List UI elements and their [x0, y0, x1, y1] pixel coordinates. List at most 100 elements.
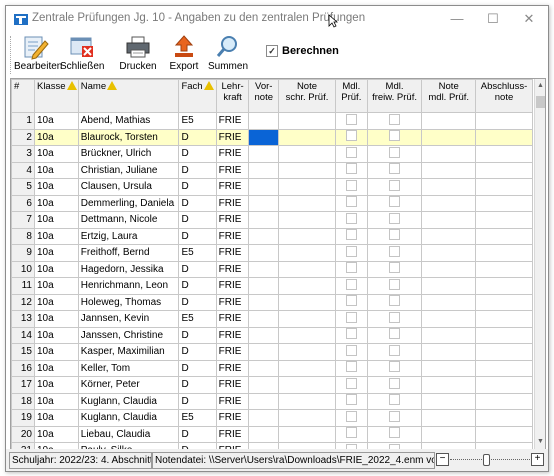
cell-class[interactable]: 10a [33, 326, 79, 344]
checkbox[interactable] [345, 410, 357, 422]
cell-oral-exam-grade[interactable] [421, 227, 477, 245]
cell-written-exam-grade[interactable] [278, 310, 336, 328]
cell-written-exam-grade[interactable] [278, 277, 336, 295]
table-row[interactable]: 15 10a Kasper, Maximilian D FRIE [11, 343, 533, 361]
cell-final-grade[interactable] [475, 343, 533, 361]
cell-oral-exam-grade[interactable] [421, 178, 477, 196]
edit-button[interactable]: Bearbeiten [14, 34, 62, 78]
cell-written-exam-grade[interactable] [278, 359, 336, 377]
cell-oral-exam[interactable] [334, 161, 368, 179]
col-header-written-exam-grade[interactable]: Note schr. Prüf. [278, 79, 336, 113]
cell-voluntary-oral-exam[interactable] [366, 244, 423, 262]
cell-final-grade[interactable] [475, 425, 533, 443]
cell-oral-exam[interactable] [334, 145, 368, 163]
cell-written-exam-grade[interactable] [278, 211, 336, 229]
cell-pre-grade[interactable] [248, 178, 280, 196]
cell-oral-exam-grade[interactable] [421, 211, 477, 229]
cell-final-grade[interactable] [475, 211, 533, 229]
checkbox[interactable] [345, 295, 357, 307]
cell-teacher[interactable]: FRIE [215, 343, 250, 361]
cell-oral-exam-grade[interactable] [421, 244, 477, 262]
cell-voluntary-oral-exam[interactable] [366, 310, 423, 328]
cell-teacher[interactable]: FRIE [215, 293, 250, 311]
checkbox[interactable] [389, 377, 401, 389]
checkbox[interactable] [345, 361, 357, 373]
col-header-voluntary-oral-exam[interactable]: Mdl. freiw. Prüf. [366, 79, 423, 113]
cell-written-exam-grade[interactable] [278, 343, 336, 361]
cell-class[interactable]: 10a [33, 310, 79, 328]
cell-written-exam-grade[interactable] [278, 425, 336, 443]
cell-written-exam-grade[interactable] [278, 392, 336, 410]
table-row[interactable]: 7 10a Dettmann, Nicole D FRIE [11, 211, 533, 229]
checkbox[interactable] [345, 146, 357, 158]
cell-teacher[interactable]: FRIE [215, 277, 250, 295]
cell-pre-grade[interactable] [248, 277, 280, 295]
cell-voluntary-oral-exam[interactable] [366, 392, 423, 410]
cell-name[interactable]: Janssen, Christine [77, 326, 180, 344]
cell-oral-exam-grade[interactable] [421, 293, 477, 311]
cell-teacher[interactable]: FRIE [215, 326, 250, 344]
cell-oral-exam-grade[interactable] [421, 310, 477, 328]
cell-final-grade[interactable] [475, 310, 533, 328]
cell-class[interactable]: 10a [33, 359, 79, 377]
cell-pre-grade[interactable] [248, 260, 280, 278]
cell-voluntary-oral-exam[interactable] [366, 112, 423, 130]
checkbox[interactable] [389, 163, 401, 175]
cell-subject[interactable]: D [178, 194, 217, 212]
scroll-down-icon[interactable]: ▼ [535, 437, 545, 447]
cell-teacher[interactable]: FRIE [215, 161, 250, 179]
cell-teacher[interactable]: FRIE [215, 376, 250, 394]
cell-subject[interactable]: D [178, 425, 217, 443]
checkbox[interactable] [389, 328, 401, 340]
table-row[interactable]: 18 10a Kuglann, Claudia D FRIE [11, 392, 533, 410]
checkbox[interactable] [345, 344, 357, 356]
cell-voluntary-oral-exam[interactable] [366, 178, 423, 196]
cell-name[interactable]: Keller, Tom [77, 359, 180, 377]
cell-oral-exam[interactable] [334, 244, 368, 262]
table-row[interactable]: 6 10a Demmerling, Daniela D FRIE [11, 194, 533, 212]
cell-voluntary-oral-exam[interactable] [366, 409, 423, 427]
cell-pre-grade[interactable] [248, 161, 280, 179]
table-row[interactable]: 16 10a Keller, Tom D FRIE [11, 359, 533, 377]
cell-oral-exam[interactable] [334, 178, 368, 196]
checkbox[interactable] [389, 427, 401, 439]
checkbox[interactable] [345, 113, 357, 125]
cell-oral-exam-grade[interactable] [421, 161, 477, 179]
cell-class[interactable]: 10a [33, 145, 79, 163]
table-row[interactable]: 8 10a Ertzig, Laura D FRIE [11, 227, 533, 245]
cell-class[interactable]: 10a [33, 260, 79, 278]
scrollbar-thumb[interactable] [536, 96, 545, 108]
checkbox[interactable] [345, 245, 357, 257]
cell-class[interactable]: 10a [33, 392, 79, 410]
checkbox[interactable] [345, 212, 357, 224]
cell-name[interactable]: Christian, Juliane [77, 161, 180, 179]
table-row[interactable]: 11 10a Henrichmann, Leon D FRIE [11, 277, 533, 295]
checkbox[interactable] [389, 146, 401, 158]
cell-voluntary-oral-exam[interactable] [366, 194, 423, 212]
cell-final-grade[interactable] [475, 326, 533, 344]
cell-class[interactable]: 10a [33, 409, 79, 427]
vertical-scrollbar[interactable]: ▲ ▼ [534, 79, 545, 449]
cell-oral-exam-grade[interactable] [421, 128, 477, 146]
cell-final-grade[interactable] [475, 145, 533, 163]
cell-teacher[interactable]: FRIE [215, 244, 250, 262]
cell-pre-grade[interactable] [248, 409, 280, 427]
checkbox[interactable] [389, 311, 401, 323]
close-window-button[interactable]: Schließen [60, 34, 104, 78]
cell-oral-exam[interactable] [334, 277, 368, 295]
cell-written-exam-grade[interactable] [278, 293, 336, 311]
cell-teacher[interactable]: FRIE [215, 310, 250, 328]
col-header-oral-exam[interactable]: Mdl. Prüf. [334, 79, 368, 113]
cell-class[interactable]: 10a [33, 178, 79, 196]
cell-written-exam-grade[interactable] [278, 260, 336, 278]
cell-name[interactable]: Ertzig, Laura [77, 227, 180, 245]
minimize-button[interactable]: — [440, 6, 474, 32]
cell-final-grade[interactable] [475, 227, 533, 245]
checkbox[interactable] [345, 427, 357, 439]
cell-pre-grade[interactable] [248, 359, 280, 377]
table-row[interactable]: 12 10a Holeweg, Thomas D FRIE [11, 293, 533, 311]
cell-class[interactable]: 10a [33, 112, 79, 130]
cell-class[interactable]: 10a [33, 376, 79, 394]
cell-oral-exam-grade[interactable] [421, 145, 477, 163]
col-header-class[interactable]: Klasse [33, 79, 79, 113]
